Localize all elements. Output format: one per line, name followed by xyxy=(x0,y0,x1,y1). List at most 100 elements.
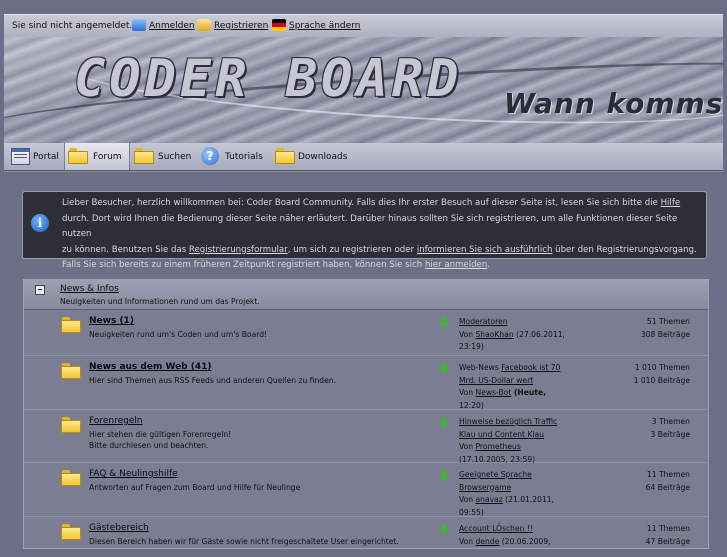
posts-label: Beiträge xyxy=(657,482,690,492)
forum-row: News aus dem Web (41) Hier sind Themen a… xyxy=(24,356,708,410)
last-post-date: (21.01.2011, xyxy=(502,495,555,504)
tab-label: Forum xyxy=(93,152,122,162)
last-post-by: Von xyxy=(459,442,476,451)
folder-icon xyxy=(134,147,154,164)
info-icon: i xyxy=(31,214,49,232)
threads-label: Themen xyxy=(658,317,690,326)
forum-stats: 51 Themen 308 Beiträge xyxy=(625,316,690,341)
register-link[interactable]: Registrieren xyxy=(214,21,268,31)
category-title[interactable]: News & Infos xyxy=(60,284,119,294)
posts-label: Beiträge xyxy=(657,536,690,546)
go-to-last-post-icon[interactable] xyxy=(439,470,449,481)
last-post-by: Von xyxy=(459,495,476,504)
forum-list: News & Infos Neuigkeiten und Information… xyxy=(23,279,709,549)
tab-forum[interactable]: Forum xyxy=(64,143,130,170)
forum-description: Neuigkeiten rund um's Coden und um's Boa… xyxy=(89,330,268,339)
login-link[interactable]: Anmelden xyxy=(149,21,195,31)
forum-title[interactable]: News (1) xyxy=(89,316,134,326)
info-text: durch. Dort wird Ihnen die Bedienung die… xyxy=(62,213,678,240)
forum-title[interactable]: News aus dem Web (41) xyxy=(89,362,212,372)
last-post-title-cont[interactable]: Mrd. US-Dollar wert xyxy=(459,376,533,385)
last-post-user[interactable]: ShaoKhan xyxy=(475,330,513,339)
info-text: Lieber Besucher, herzlich willkommen bei… xyxy=(62,198,661,208)
thread-count: 11 xyxy=(646,470,657,479)
last-post: Moderatoren Von ShaoKhan (27.06.2011, 23… xyxy=(459,316,589,354)
go-to-last-post-icon[interactable] xyxy=(439,317,449,328)
welcome-info-box: i Lieber Besucher, herzlich willkommen b… xyxy=(22,191,707,270)
go-to-last-post-icon[interactable] xyxy=(439,524,449,535)
tab-label: Portal xyxy=(33,152,59,162)
collapse-icon[interactable] xyxy=(35,285,45,295)
last-post-user[interactable]: News-Bot xyxy=(475,388,511,397)
forum-title[interactable]: Forenregeln xyxy=(89,416,143,426)
last-post-date: (20.06.2009, xyxy=(499,536,551,546)
last-post-time: 23:19) xyxy=(459,342,484,351)
site-slogan: Wann kommst d xyxy=(504,87,723,120)
go-to-last-post-icon[interactable] xyxy=(439,363,449,374)
last-post-title[interactable]: Hinweise bezüglich Traffic xyxy=(459,417,557,426)
forum-row: Gästebereich Diesen Bereich haben wir fü… xyxy=(24,517,708,557)
folder-icon xyxy=(61,469,81,486)
posts-label: Beiträge xyxy=(657,375,690,385)
threads-label: Themen xyxy=(658,363,690,372)
main-navigation: Portal Forum Suchen ? Tutorials Download… xyxy=(4,143,723,171)
tab-tutorials[interactable]: ? Tutorials xyxy=(199,143,269,170)
last-post-user[interactable]: anavaz xyxy=(475,495,502,504)
tab-label: Suchen xyxy=(158,152,192,162)
go-to-last-post-icon[interactable] xyxy=(439,417,449,428)
registration-form-link[interactable]: Registrierungsformular xyxy=(189,245,288,255)
last-post-user[interactable]: dende xyxy=(475,537,499,546)
language-link[interactable]: Sprache ändern xyxy=(289,21,360,31)
last-post-by: Von xyxy=(459,536,476,546)
last-post-date: (Heute, xyxy=(511,388,547,397)
posts-label: Beiträge xyxy=(657,329,690,339)
forum-description: Hier stehen die gültigen Forenregeln! Bi… xyxy=(89,429,231,451)
last-post-by: Von xyxy=(459,388,476,397)
last-post-title[interactable]: Facebook ist 70 xyxy=(501,363,560,372)
help-link[interactable]: Hilfe xyxy=(661,198,681,208)
forum-row: FAQ & Neulingshilfe Antworten auf Fragen… xyxy=(24,463,708,517)
last-post-title-cont[interactable]: Klau und Content Klau xyxy=(459,430,544,439)
tab-label: Tutorials xyxy=(225,152,263,162)
last-post-title-cont[interactable]: Browsergame xyxy=(459,483,511,492)
thread-count: 51 xyxy=(646,317,657,326)
tab-label: Downloads xyxy=(298,152,348,162)
forum-description: Diesen Bereich haben wir für Gäste sowie… xyxy=(89,537,399,546)
category-description: Neuigkeiten und Informationen rund um da… xyxy=(60,297,260,306)
post-count: 3 xyxy=(650,429,656,439)
main-content: i Lieber Besucher, herzlich willkommen b… xyxy=(4,171,723,549)
forum-description-line: Hier stehen die gültigen Forenregeln! xyxy=(89,430,232,439)
registration-info-link[interactable]: informieren Sie sich ausführlich xyxy=(417,245,553,255)
last-post-title[interactable]: Geeignete Sprache xyxy=(459,470,532,479)
threads-label: Themen xyxy=(658,417,690,426)
post-count: 64 xyxy=(645,482,656,492)
forum-title[interactable]: FAQ & Neulingshilfe xyxy=(89,469,178,479)
header-banner: CODER BOARD Wann kommst d xyxy=(4,37,723,144)
info-text: Falls Sie sich bereits zu einem früheren… xyxy=(62,260,425,270)
post-count: 47 xyxy=(645,536,656,546)
site-logo[interactable]: CODER BOARD xyxy=(74,49,462,109)
info-text: , um sich zu registrieren oder xyxy=(287,244,417,255)
tab-search[interactable]: Suchen xyxy=(131,143,197,170)
posts-label: Beiträge xyxy=(657,429,690,439)
login-here-link[interactable]: hier anmelden xyxy=(425,260,487,270)
forum-row: News (1) Neuigkeiten rund um's Coden und… xyxy=(24,310,708,356)
info-text: über den Registrierungsvorgang. xyxy=(552,244,697,255)
folder-icon xyxy=(61,362,81,379)
post-count: 1 010 xyxy=(633,375,656,385)
last-post-title[interactable]: Account LÖschen !! xyxy=(459,524,533,533)
forum-title[interactable]: Gästebereich xyxy=(89,523,149,533)
last-post: Account LÖschen !! Von dende (20.06.2009… xyxy=(459,523,589,548)
tab-portal[interactable]: Portal xyxy=(8,143,64,170)
threads-label: Themen xyxy=(658,524,690,533)
folder-icon xyxy=(61,416,81,433)
login-icon[interactable] xyxy=(132,19,146,31)
forum-description-line: Bitte durchlesen und beachten. xyxy=(89,441,209,450)
register-icon[interactable] xyxy=(197,19,211,31)
login-status-text: Sie sind nicht angemeldet. xyxy=(12,21,133,31)
last-post-user[interactable]: Prometheus xyxy=(475,442,520,451)
last-post: Hinweise bezüglich Traffic Klau und Cont… xyxy=(459,416,589,466)
last-post-title[interactable]: Moderatoren xyxy=(459,317,508,326)
tab-downloads[interactable]: Downloads xyxy=(272,143,352,170)
german-flag-icon[interactable] xyxy=(272,19,286,31)
